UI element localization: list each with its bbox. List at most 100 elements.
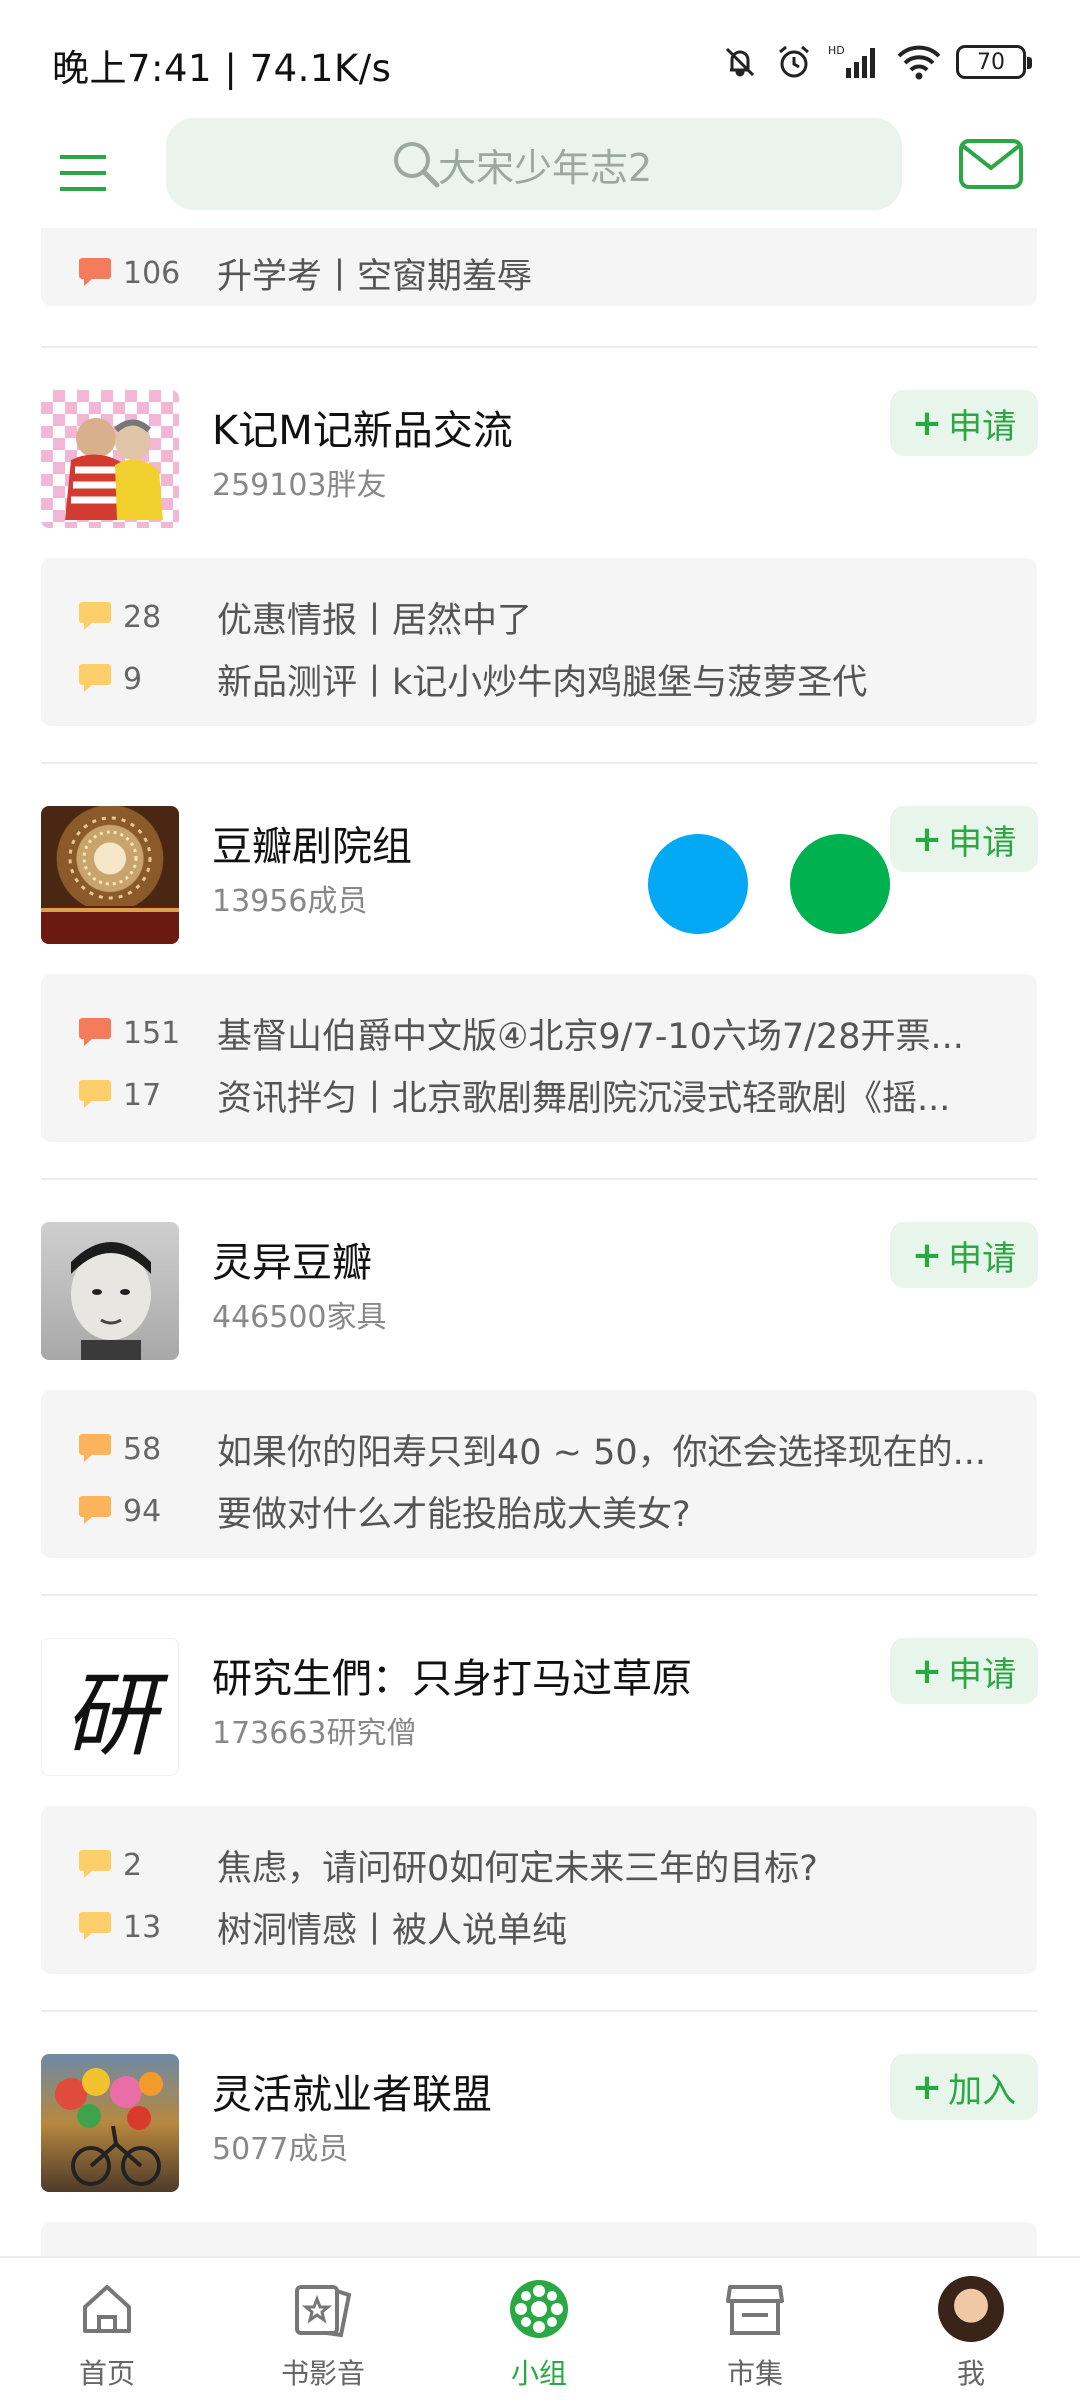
- group-icon: [510, 2280, 568, 2338]
- group-name[interactable]: 灵异豆瓣: [212, 1230, 372, 1288]
- list-item[interactable]: 151 基督山伯爵中文版④北京9/7-10六场7/28开票...: [41, 1008, 1037, 1058]
- list-item[interactable]: 28 优惠情报丨居然中了: [41, 592, 1037, 642]
- post-title: 优惠情报丨居然中了: [217, 600, 533, 641]
- floating-blue-dot[interactable]: [648, 834, 748, 934]
- group-member-count: 5077成员: [212, 2132, 349, 2167]
- nav-item-home[interactable]: 首页: [32, 2258, 182, 2400]
- plus-icon: +: [911, 1234, 943, 1276]
- bottom-nav: 首页 书影音 小组 市集 我: [0, 2256, 1080, 2400]
- group-member-count: 446500家具: [212, 1300, 387, 1335]
- post-comment-count: 151: [123, 1015, 181, 1051]
- group-member-count: 13956成员: [212, 884, 368, 919]
- search-icon: [394, 142, 440, 188]
- group-feed[interactable]: 106 升学考丨空窗期羞辱 K记M记新品交流 259103胖友 + 申请 28 优…: [0, 228, 1080, 2256]
- plus-icon: +: [911, 2066, 943, 2108]
- post-comment-count: 17: [123, 1077, 162, 1113]
- market-icon: [726, 2285, 784, 2335]
- comment-bubble-icon: [79, 602, 111, 630]
- avatar-illustration: [65, 418, 163, 520]
- post-comment-count: 94: [123, 1493, 162, 1529]
- divider: [41, 1178, 1037, 1180]
- plus-icon: +: [911, 1650, 943, 1692]
- top-header: 大宋少年志2: [0, 118, 1080, 228]
- alarm-icon: [779, 45, 809, 78]
- apply-button-label: 申请: [948, 1654, 1017, 1695]
- group-posts: 28 优惠情报丨居然中了 9 新品测评丨k记小炒牛肉鸡腿堡与菠萝圣代: [41, 558, 1037, 726]
- group-avatar[interactable]: [41, 1222, 179, 1360]
- comment-bubble-icon: [79, 664, 111, 692]
- avatar-illustration: [41, 816, 179, 944]
- plus-icon: +: [911, 818, 943, 860]
- group-member-count: 173663研究僧: [212, 1716, 417, 1751]
- wifi-icon: [897, 45, 941, 80]
- group-posts: 2 焦虑，请问研0如何定未来三年的目标? 13 树洞情感丨被人说单纯: [41, 1806, 1037, 1974]
- nav-label: 市集: [726, 2357, 783, 2390]
- nav-label: 首页: [78, 2357, 135, 2390]
- divider: [41, 346, 1037, 348]
- floating-green-dot[interactable]: [790, 834, 890, 934]
- divider: [41, 1594, 1037, 1596]
- plus-icon: +: [911, 402, 943, 444]
- comment-bubble-icon: [79, 1080, 111, 1108]
- group-name[interactable]: 豆瓣剧院组: [212, 814, 412, 872]
- join-button[interactable]: + 加入: [890, 2054, 1038, 2120]
- apply-button[interactable]: + 申请: [890, 1222, 1038, 1288]
- battery-icon: 70: [956, 45, 1032, 79]
- post-title: 资讯拌匀丨北京歌剧舞剧院沉浸式轻歌剧《摇...: [217, 1078, 951, 1119]
- group-avatar[interactable]: 研: [41, 1638, 179, 1776]
- post-title: 树洞情感丨被人说单纯: [217, 1910, 568, 1951]
- group-name[interactable]: 灵活就业者联盟: [212, 2062, 492, 2120]
- list-item[interactable]: 13 树洞情感丨被人说单纯: [41, 1902, 1037, 1952]
- status-icons: HD 70: [720, 40, 1032, 84]
- nav-item-book-movie[interactable]: 书影音: [248, 2258, 398, 2400]
- hd-signal-icon: HD: [828, 44, 875, 78]
- apply-button-label: 申请: [948, 406, 1017, 447]
- post-comment-count: 2: [123, 1847, 143, 1883]
- status-time: 晚上7:41 | 74.1K/s: [52, 47, 392, 90]
- avatar-calligraphy: 研: [63, 1661, 156, 1769]
- status-bar: 晚上7:41 | 74.1K/s HD 70: [0, 0, 1080, 118]
- apply-button-label: 申请: [948, 822, 1017, 863]
- group-avatar[interactable]: [41, 390, 179, 528]
- nav-label: 书影音: [280, 2357, 365, 2390]
- apply-button[interactable]: + 申请: [890, 390, 1038, 456]
- list-item[interactable]: 9 新品测评丨k记小炒牛肉鸡腿堡与菠萝圣代: [41, 654, 1037, 704]
- post-title: 基督山伯爵中文版④北京9/7-10六场7/28开票...: [217, 1016, 964, 1057]
- post-comment-count: 13: [123, 1909, 162, 1945]
- list-item[interactable]: 58 如果你的阳寿只到40 ~ 50，你还会选择现在的...: [41, 1424, 1037, 1474]
- comment-bubble-icon: [79, 1912, 111, 1940]
- nav-item-market[interactable]: 市集: [680, 2258, 830, 2400]
- group-member-count: 259103胖友: [212, 468, 387, 503]
- battery-level: 70: [977, 49, 1005, 75]
- group-name[interactable]: 研究生們：只身打马过草原: [212, 1646, 692, 1704]
- apply-button[interactable]: + 申请: [890, 1638, 1038, 1704]
- svg-text:HD: HD: [828, 44, 845, 57]
- post-title: 要做对什么才能投胎成大美女?: [217, 1494, 691, 1535]
- comment-bubble-icon: [79, 1496, 111, 1524]
- mail-button[interactable]: [958, 136, 1024, 196]
- comment-bubble-icon: [79, 258, 111, 286]
- list-item[interactable]: 17 资讯拌匀丨北京歌剧舞剧院沉浸式轻歌剧《摇...: [41, 1070, 1037, 1120]
- group-avatar[interactable]: [41, 2054, 179, 2192]
- book-movie-icon: [295, 2285, 352, 2338]
- comment-bubble-icon: [79, 1850, 111, 1878]
- list-item[interactable]: 94 要做对什么才能投胎成大美女?: [41, 1486, 1037, 1536]
- profile-avatar: [938, 2276, 1004, 2342]
- menu-button[interactable]: [50, 140, 116, 206]
- nav-label: 我: [956, 2357, 985, 2390]
- divider: [41, 762, 1037, 764]
- post-title: 升学考丨空窗期羞辱: [217, 256, 533, 297]
- post-title: 如果你的阳寿只到40 ~ 50，你还会选择现在的...: [217, 1432, 987, 1473]
- nav-item-me[interactable]: 我: [896, 2258, 1046, 2400]
- apply-button[interactable]: + 申请: [890, 806, 1038, 872]
- search-bar[interactable]: 大宋少年志2: [166, 118, 902, 210]
- group-posts: 151 基督山伯爵中文版④北京9/7-10六场7/28开票... 17 资讯拌匀…: [41, 974, 1037, 1142]
- mute-icon: [725, 47, 755, 77]
- nav-item-group[interactable]: 小组: [464, 2258, 614, 2400]
- list-item[interactable]: 106 升学考丨空窗期羞辱: [41, 248, 1037, 298]
- post-comment-count: 28: [123, 599, 162, 635]
- group-name[interactable]: K记M记新品交流: [212, 398, 513, 456]
- mail-icon: [959, 139, 1023, 189]
- group-avatar[interactable]: [41, 806, 179, 944]
- list-item[interactable]: 2 焦虑，请问研0如何定未来三年的目标?: [41, 1840, 1037, 1890]
